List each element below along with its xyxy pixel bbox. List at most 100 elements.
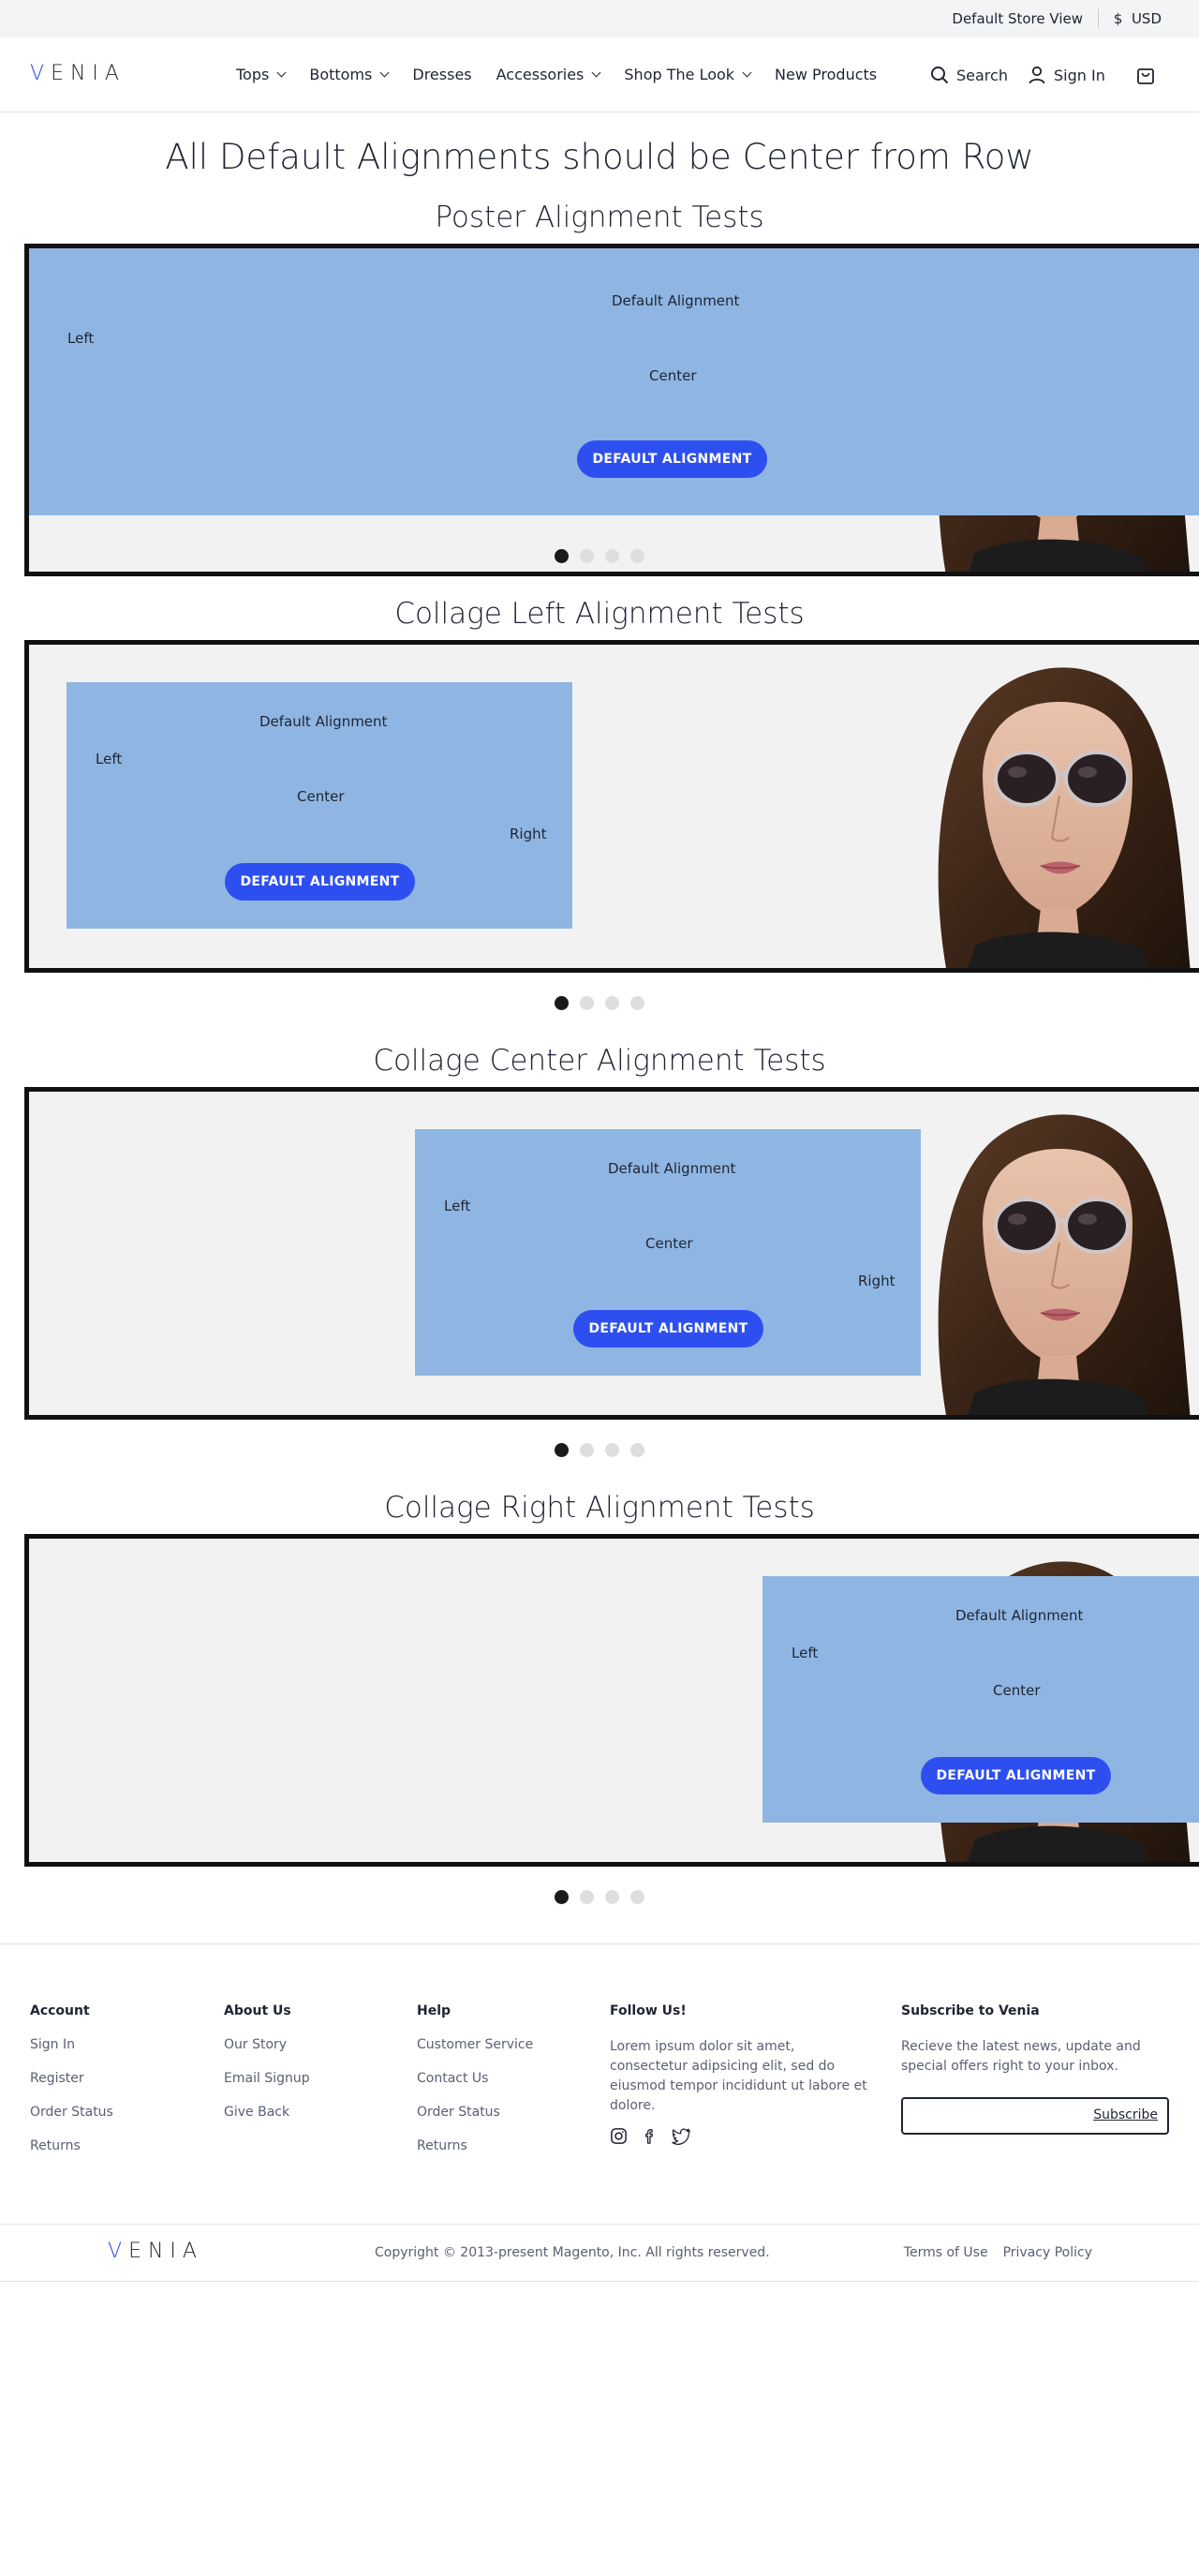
slider-dots xyxy=(0,1890,1199,1904)
footer-link-our-story[interactable]: Our Story xyxy=(224,2037,310,2052)
footer-bottom-bar: VENIA Copyright © 2013-present Magento, … xyxy=(0,2224,1199,2282)
subscribe-text: Recieve the latest news, update and spec… xyxy=(901,2039,1141,2074)
nav-label: Dresses xyxy=(412,66,472,83)
currency-label: USD xyxy=(1131,10,1162,27)
footer-link-contact-us[interactable]: Contact Us xyxy=(417,2071,533,2086)
slider-dot[interactable] xyxy=(605,1890,619,1904)
slider-dot[interactable] xyxy=(605,1443,619,1457)
poster-slider[interactable]: Default Alignment Left Center DEFAULT AL… xyxy=(24,244,1199,576)
nav-item-tops[interactable]: Tops xyxy=(236,66,287,83)
sign-in-button[interactable]: Sign In xyxy=(1028,62,1105,88)
center-aligned-text: Center xyxy=(993,1682,1041,1699)
chevron-down-icon xyxy=(742,67,752,77)
footer-link-sign-in[interactable]: Sign In xyxy=(30,2037,113,2052)
center-aligned-text: Center xyxy=(645,1235,693,1252)
subscribe-form: Subscribe xyxy=(901,2097,1169,2135)
default-alignment-button[interactable]: DEFAULT ALIGNMENT xyxy=(225,863,415,901)
default-alignment-button[interactable]: DEFAULT ALIGNMENT xyxy=(577,440,767,478)
footer-heading: Help xyxy=(417,2003,451,2018)
nav-item-new-products[interactable]: New Products xyxy=(775,66,877,83)
nav-item-bottoms[interactable]: Bottoms xyxy=(309,66,390,83)
shopping-bag-icon xyxy=(1137,68,1154,84)
facebook-icon[interactable] xyxy=(641,2127,659,2145)
subscribe-button[interactable]: Subscribe xyxy=(1093,2107,1158,2122)
footer-link-email-signup[interactable]: Email Signup xyxy=(224,2071,310,2086)
model-image xyxy=(910,1087,1191,1420)
slider-dots xyxy=(0,1443,1199,1457)
follow-text: Lorem ipsum dolor sit amet, consectetur … xyxy=(610,2039,867,2113)
currency-switcher[interactable]: $ USD xyxy=(1114,10,1162,27)
slider-dot[interactable] xyxy=(630,549,644,563)
section-title-poster: Poster Alignment Tests xyxy=(435,201,764,234)
main-nav: Tops Bottoms Dresses Accessories Shop Th… xyxy=(236,66,901,83)
store-view-switcher[interactable]: Default Store View xyxy=(952,10,1083,27)
footer-link-returns[interactable]: Returns xyxy=(417,2138,533,2153)
collage-right-slider[interactable]: Default Alignment Left Center DEFAULT AL… xyxy=(24,1534,1199,1867)
footer-link-order-status[interactable]: Order Status xyxy=(30,2105,113,2120)
footer-link-order-status[interactable]: Order Status xyxy=(417,2105,533,2120)
nav-item-shop-the-look[interactable]: Shop The Look xyxy=(624,66,752,83)
slider-dot[interactable] xyxy=(555,549,569,563)
slider-dots xyxy=(0,549,1199,563)
copyright-text: Copyright © 2013-present Magento, Inc. A… xyxy=(375,2245,770,2260)
footer-about-column: About Us Our Story Email Signup Give Bac… xyxy=(224,2003,310,2138)
nav-label: Accessories xyxy=(496,66,585,83)
collage-overlay: Default Alignment Left Center Right DEFA… xyxy=(67,682,572,929)
twitter-icon[interactable] xyxy=(672,2127,691,2145)
cart-button[interactable] xyxy=(1135,62,1163,88)
footer-venia-logo[interactable]: VENIA xyxy=(108,2240,203,2263)
slider-dot[interactable] xyxy=(630,1443,644,1457)
chevron-down-icon xyxy=(379,67,390,77)
default-alignment-button[interactable]: DEFAULT ALIGNMENT xyxy=(573,1310,763,1348)
section-title-collage-left: Collage Left Alignment Tests xyxy=(394,597,805,631)
site-header: VENIA Tops Bottoms Dresses Accessories S… xyxy=(0,37,1199,112)
slider-dot[interactable] xyxy=(580,1890,594,1904)
default-alignment-text: Default Alignment xyxy=(259,713,388,730)
nav-item-accessories[interactable]: Accessories xyxy=(496,66,601,83)
slider-dot[interactable] xyxy=(630,996,644,1010)
page-title: All Default Alignments should be Center … xyxy=(165,137,1034,177)
privacy-policy-link[interactable]: Privacy Policy xyxy=(1003,2245,1092,2260)
slider-dot[interactable] xyxy=(555,1443,569,1457)
slider-dot[interactable] xyxy=(630,1890,644,1904)
collage-overlay: Default Alignment Left Center Right DEFA… xyxy=(415,1129,921,1376)
footer-account-column: Account Sign In Register Order Status Re… xyxy=(30,2003,113,2172)
slider-dot[interactable] xyxy=(580,549,594,563)
search-button[interactable]: Search xyxy=(930,62,1008,88)
terms-of-use-link[interactable]: Terms of Use xyxy=(904,2245,988,2260)
social-links xyxy=(610,2127,872,2145)
nav-item-dresses[interactable]: Dresses xyxy=(412,66,471,83)
collage-left-slider[interactable]: Default Alignment Left Center Right DEFA… xyxy=(24,640,1199,973)
slider-dot[interactable] xyxy=(555,1890,569,1904)
collage-center-slider[interactable]: Default Alignment Left Center Right DEFA… xyxy=(24,1087,1199,1420)
slider-dot[interactable] xyxy=(555,996,569,1010)
footer-heading: Subscribe to Venia xyxy=(901,2003,1040,2018)
footer-link-give-back[interactable]: Give Back xyxy=(224,2105,310,2120)
search-icon xyxy=(931,67,949,84)
nav-label: Bottoms xyxy=(309,66,373,83)
slider-dot[interactable] xyxy=(580,1443,594,1457)
default-alignment-text: Default Alignment xyxy=(608,1160,736,1177)
divider xyxy=(1098,9,1099,28)
footer-link-register[interactable]: Register xyxy=(30,2071,113,2086)
right-aligned-text: Right xyxy=(858,1273,896,1289)
default-alignment-text: Default Alignment xyxy=(612,292,740,309)
footer-link-customer-service[interactable]: Customer Service xyxy=(417,2037,533,2052)
model-image xyxy=(910,640,1191,973)
footer-help-column: Help Customer Service Contact Us Order S… xyxy=(417,2003,533,2172)
utility-bar: Default Store View $ USD xyxy=(0,0,1199,37)
collage-overlay: Default Alignment Left Center DEFAULT AL… xyxy=(762,1576,1199,1823)
center-aligned-text: Center xyxy=(297,788,345,805)
slider-dot[interactable] xyxy=(605,996,619,1010)
footer-link-returns[interactable]: Returns xyxy=(30,2138,113,2153)
nav-label: Shop The Look xyxy=(624,66,735,83)
slider-dot[interactable] xyxy=(605,549,619,563)
instagram-icon[interactable] xyxy=(610,2127,628,2145)
footer-heading: Follow Us! xyxy=(610,2003,687,2018)
user-icon xyxy=(1029,66,1045,84)
venia-logo[interactable]: VENIA xyxy=(30,62,126,85)
email-input[interactable] xyxy=(910,2107,1088,2125)
slider-dot[interactable] xyxy=(580,996,594,1010)
left-aligned-text: Left xyxy=(444,1198,471,1214)
default-alignment-button[interactable]: DEFAULT ALIGNMENT xyxy=(921,1757,1111,1794)
